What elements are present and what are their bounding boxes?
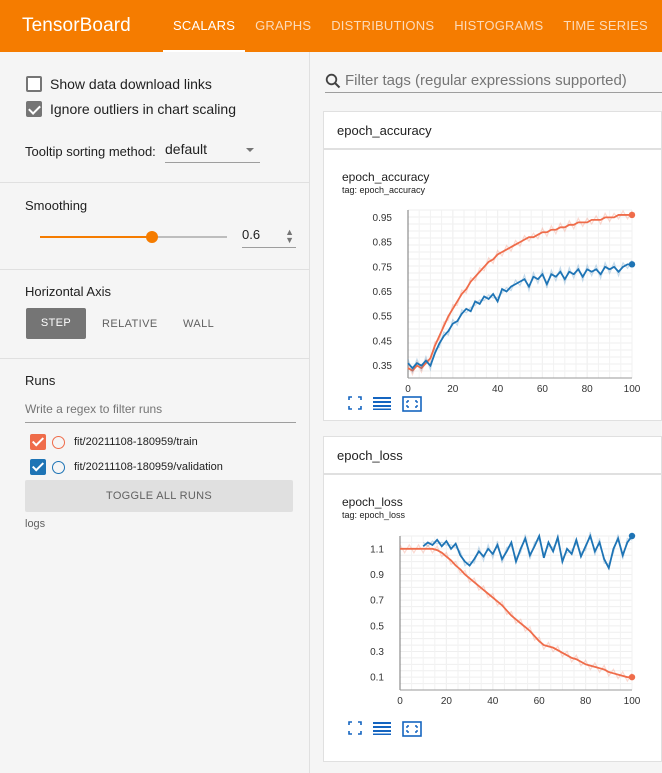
run-train-color-icon[interactable]	[52, 435, 65, 449]
divider	[0, 182, 310, 183]
x-tick-label: 0	[405, 384, 411, 394]
ignore-outliers-label: Ignore outliers in chart scaling	[50, 101, 236, 117]
y-tick-label: 0.75	[373, 262, 393, 273]
chart-toolbar	[348, 396, 422, 412]
search-icon	[325, 73, 341, 88]
y-tick-label: 0.5	[370, 621, 384, 632]
spinner-icon[interactable]: ▲ ▼	[285, 228, 294, 245]
x-tick-label: 20	[441, 696, 453, 707]
x-tick-label: 60	[534, 696, 546, 707]
group-header-loss[interactable]: epoch_loss	[323, 436, 662, 474]
run-validation-color-icon[interactable]	[52, 460, 65, 474]
smoothing-label: Smoothing	[25, 198, 88, 213]
loss-chart[interactable]: 0.1 0.3 0.5 0.7 0.9 1.1 0 20 40 60 80 100	[324, 530, 662, 720]
axis-wall-button[interactable]: WALL	[183, 318, 214, 330]
series-end-point	[628, 673, 636, 681]
y-tick-label: 0.3	[370, 647, 384, 658]
logs-label: logs	[25, 518, 46, 530]
toggle-log-scale-icon[interactable]	[373, 396, 391, 410]
tab-scalars[interactable]: SCALARS	[163, 0, 246, 52]
top-app-bar: TensorBoard SCALARS GRAPHS DISTRIBUTIONS…	[0, 0, 662, 52]
runs-filter-input[interactable]: Write a regex to filter runs	[25, 402, 296, 423]
smoothing-value: 0.6	[242, 227, 261, 242]
run-validation-checkbox[interactable]	[30, 459, 46, 475]
accuracy-chart[interactable]: 0.35 0.45 0.55 0.65 0.75 0.85 0.95 0 20 40 60 80 100	[324, 202, 662, 394]
horizontal-axis-label: Horizontal Axis	[25, 284, 111, 299]
x-tick-label: 80	[582, 384, 594, 394]
dashboard-tabs: SCALARS GRAPHS DISTRIBUTIONS HISTOGRAMS …	[163, 0, 658, 52]
y-tick-label: 0.65	[373, 287, 393, 298]
x-tick-label: 40	[492, 384, 504, 394]
x-tick-label: 40	[487, 696, 499, 707]
main-content: Filter tags (regular expressions support…	[311, 52, 662, 773]
run-item-train[interactable]: fit/20211108-180959/train	[30, 434, 198, 450]
smoothing-input[interactable]: 0.6 ▲ ▼	[242, 227, 296, 248]
fullscreen-icon[interactable]	[348, 396, 362, 410]
show-download-links-row[interactable]: Show data download links	[26, 76, 212, 92]
series-end-point	[628, 532, 636, 540]
ignore-outliers-checkbox[interactable]	[26, 101, 42, 117]
y-tick-label: 1.1	[370, 544, 384, 555]
tab-histograms[interactable]: HISTOGRAMS	[444, 0, 553, 52]
chart-subtitle: tag: epoch_loss	[342, 510, 406, 520]
y-tick-label: 0.45	[373, 336, 393, 347]
fullscreen-icon[interactable]	[348, 721, 362, 735]
tab-time-series[interactable]: TIME SERIES	[553, 0, 658, 52]
run-train-checkbox[interactable]	[30, 434, 46, 450]
toggle-log-scale-icon[interactable]	[373, 721, 391, 735]
toggle-all-runs-button[interactable]: TOGGLE ALL RUNS	[25, 480, 293, 512]
divider	[0, 269, 310, 270]
series-end-point	[628, 211, 636, 219]
tab-distributions[interactable]: DISTRIBUTIONS	[321, 0, 444, 52]
tag-filter-input[interactable]: Filter tags (regular expressions support…	[325, 69, 662, 93]
y-tick-label: 0.55	[373, 312, 393, 323]
y-tick-label: 0.35	[373, 361, 393, 372]
run-train-label: fit/20211108-180959/train	[74, 436, 198, 448]
tooltip-sorting-label: Tooltip sorting method:	[25, 144, 156, 159]
app-title: TensorBoard	[22, 15, 131, 36]
tag-filter-placeholder: Filter tags (regular expressions support…	[345, 72, 627, 89]
run-item-validation[interactable]: fit/20211108-180959/validation	[30, 459, 223, 475]
smoothing-slider-thumb[interactable]	[146, 231, 159, 243]
tooltip-sorting-value: default	[165, 141, 208, 157]
show-download-links-checkbox[interactable]	[26, 76, 42, 92]
divider	[0, 358, 310, 359]
chart-card-accuracy: epoch_accuracy tag: epoch_accuracy 0.35 0…	[323, 149, 662, 421]
tab-graphs[interactable]: GRAPHS	[245, 0, 321, 52]
fit-domain-icon[interactable]	[402, 721, 422, 737]
chevron-down-icon	[246, 148, 254, 152]
chart-card-loss: epoch_loss tag: epoch_loss 0.1 0.3 0.5 0.7 0…	[323, 474, 662, 762]
x-tick-label: 0	[397, 696, 403, 707]
y-tick-label: 0.95	[373, 213, 393, 224]
sidebar: Show data download links Ignore outliers…	[0, 52, 310, 773]
axis-step-button[interactable]: STEP	[26, 308, 86, 339]
runs-label: Runs	[25, 373, 56, 388]
smoothing-slider-fill	[40, 236, 153, 238]
y-tick-label: 0.1	[370, 673, 384, 684]
group-header-accuracy[interactable]: epoch_accuracy	[323, 111, 662, 149]
ignore-outliers-row[interactable]: Ignore outliers in chart scaling	[26, 101, 236, 117]
chart-title: epoch_loss	[342, 495, 403, 509]
chart-toolbar	[348, 721, 422, 737]
x-tick-label: 20	[447, 384, 459, 394]
x-tick-label: 100	[624, 384, 641, 394]
tooltip-sorting-select[interactable]: default	[165, 141, 260, 163]
axis-relative-button[interactable]: RELATIVE	[102, 318, 158, 330]
x-tick-label: 80	[580, 696, 592, 707]
show-download-links-label: Show data download links	[50, 76, 212, 92]
x-tick-label: 60	[537, 384, 549, 394]
fit-domain-icon[interactable]	[402, 396, 422, 412]
x-tick-label: 100	[624, 696, 641, 707]
series-end-point	[628, 261, 636, 268]
y-tick-label: 0.85	[373, 238, 393, 249]
chart-subtitle: tag: epoch_accuracy	[342, 185, 426, 195]
y-tick-label: 0.9	[370, 570, 384, 581]
chart-title: epoch_accuracy	[342, 170, 430, 184]
run-validation-label: fit/20211108-180959/validation	[74, 461, 223, 473]
y-tick-label: 0.7	[370, 596, 384, 607]
